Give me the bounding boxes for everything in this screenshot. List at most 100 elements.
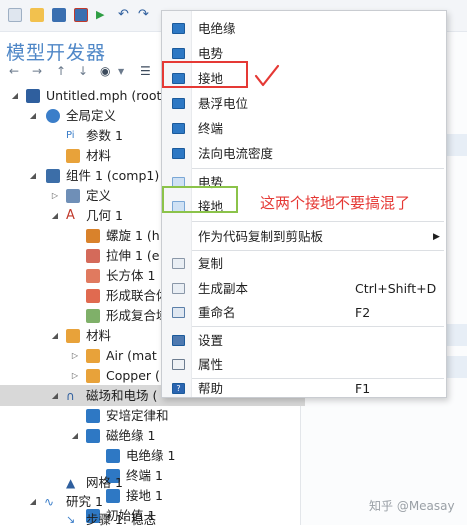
tree-node-label: 几何 1 [86,208,123,223]
tree-node-label: 安培定律和 [106,408,169,423]
tree-node-label: 步骤 1: 稳态 [86,512,157,527]
tree-node-label: 电绝缘 1 [126,448,176,463]
annotation-text: 这两个接地不要搞混了 [260,194,411,212]
redo-icon[interactable]: ↷ [138,8,152,22]
menu-separator [192,250,444,251]
parameter-icon: Pi [66,130,75,141]
checkmark-icon [254,64,280,87]
materials-icon [66,329,80,343]
properties-icon [172,359,185,370]
menu-item-label: 电绝缘 [198,21,236,36]
tree-node-label: Air (mat [106,348,157,363]
study-icon: ∿ [44,495,55,509]
expand-toggle-icon[interactable]: ▷ [70,346,80,366]
tree-node-label: Untitled.mph (root) [46,88,167,103]
menu-item-label: 设置 [198,333,224,348]
tree-node-label: 磁绝缘 1 [106,428,156,443]
menu-item-terminal[interactable]: 终端 [162,117,448,141]
menu-item-label: 生成副本 [198,281,249,296]
down-arrow-icon[interactable]: ↓ [78,64,88,78]
boundary-condition-icon [172,98,185,109]
duplicate-icon [172,283,185,294]
menu-item-label: 作为代码复制到剪贴板 [198,229,324,244]
tree-nav-bar: ← → ↑ ↓ ◉ ▼ ☰ [0,62,165,84]
collapse-toggle-icon[interactable]: ◢ [28,492,38,512]
show-icon[interactable]: ◉ [100,64,110,78]
globe-icon [46,109,60,123]
magnet-icon: ∩ [66,389,75,403]
menu-shortcut: F1 [355,381,371,396]
collapse-toggle-icon[interactable]: ◢ [70,426,80,446]
collapse-toggle-icon[interactable]: ◢ [50,326,60,346]
expand-toggle-icon[interactable]: ▷ [70,366,80,386]
menu-item-label: 重命名 [198,305,236,320]
open-folder-icon[interactable] [30,8,44,22]
undo-icon[interactable]: ↶ [118,8,132,22]
collapse-toggle-icon[interactable]: ◢ [50,386,60,406]
collapse-toggle-icon[interactable]: ◢ [28,166,38,186]
tree-node-study[interactable]: ◢ ∿ 研究 1 [0,492,300,512]
model-icon [26,89,40,103]
tree-node-label: 网格 1 [86,475,123,490]
forward-arrow-icon[interactable]: → [32,64,42,78]
tree-node-label: 形成联合体 [106,288,169,303]
up-arrow-icon[interactable]: ↑ [56,64,66,78]
dropdown-icon[interactable]: ▼ [118,67,124,76]
menu-item-label: 属性 [198,357,224,372]
tree-node-label: 定义 [86,188,112,203]
watermark: 知乎 @Measay [369,499,455,513]
menu-shortcut: Ctrl+Shift+D [355,281,437,296]
collapse-toggle-icon[interactable]: ◢ [10,86,20,106]
boundary-condition-icon [172,123,185,134]
menu-item-properties[interactable]: 属性 [162,353,448,377]
collapse-toggle-icon[interactable]: ◢ [28,106,38,126]
extrude-icon [86,249,100,263]
save-icon[interactable] [52,8,66,22]
menu-item-label: 法向电流密度 [198,146,274,161]
menu-item-normal-current-density[interactable]: 法向电流密度 [162,142,448,166]
tree-node-label: 拉伸 1 (e [106,248,160,263]
rename-icon [172,307,185,318]
menu-item-label: 悬浮电位 [198,96,249,111]
tree-node-label: 形成复合域 [106,308,169,323]
menu-separator [192,326,444,327]
copy-icon [172,258,185,269]
tree-node-label: 全局定义 [66,108,117,123]
collapse-toggle-icon[interactable]: ◢ [50,206,60,226]
menu-separator [192,221,444,222]
menu-item-label: 帮助 [198,381,224,396]
material-icon [86,369,100,383]
menu-item-floating-potential[interactable]: 悬浮电位 [162,92,448,116]
menu-item-settings[interactable]: 设置 [162,329,448,353]
form-composite-icon [86,309,100,323]
menu-item-rename[interactable]: 重命名 F2 [162,301,448,325]
menu-item-duplicate[interactable]: 生成副本 Ctrl+Shift+D [162,277,448,301]
tree-node-step1[interactable]: ↘ 步骤 1: 稳态 [0,510,300,530]
run-icon[interactable]: ▶ [96,8,110,22]
back-arrow-icon[interactable]: ← [9,64,19,78]
save-as-icon[interactable] [74,8,88,22]
menu-item-help[interactable]: ? 帮助 F1 [162,377,448,401]
boundary-feature-icon [106,449,120,463]
help-icon: ? [172,383,185,394]
domain-feature-icon [86,409,100,423]
boundary-condition-icon [172,148,185,159]
helix-icon [86,229,100,243]
submenu-arrow-icon: ▶ [433,232,440,242]
tree-node-label: 材料 [86,148,112,163]
menu-item-copy[interactable]: 复制 [162,252,448,276]
expand-toggle-icon[interactable]: ▷ [50,186,60,206]
menu-item-electric-insulation[interactable]: 电绝缘 [162,17,448,41]
new-file-icon[interactable] [8,8,22,22]
geometry-icon: A [66,208,75,223]
model-builder-title: 模型开发器 [6,42,107,64]
collapse-icon[interactable]: ☰ [140,64,151,78]
tree-node-label: 研究 1 [66,494,103,509]
material-icon [86,349,100,363]
tree-node-mesh[interactable]: ▲ 网格 1 [0,473,300,493]
menu-shortcut: F2 [355,305,371,320]
tree-node-label: 参数 1 [86,128,123,143]
menu-item-copy-as-code[interactable]: 作为代码复制到剪贴板 ▶ [162,225,448,249]
boundary-condition-icon [172,48,185,59]
boundary-condition-icon [172,23,185,34]
